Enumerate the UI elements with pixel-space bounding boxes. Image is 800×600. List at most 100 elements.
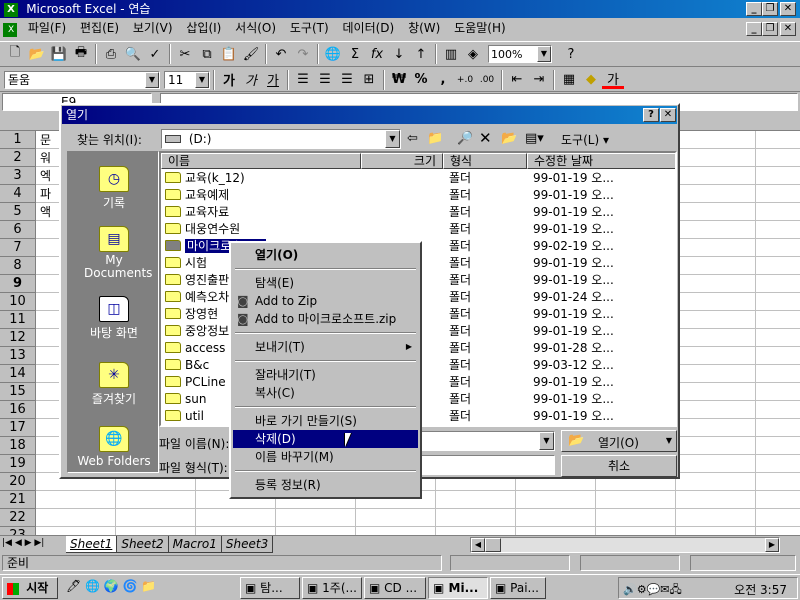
col-name[interactable]: 이름 bbox=[161, 153, 361, 169]
row-header[interactable]: 3 bbox=[0, 167, 36, 185]
search-web-icon[interactable]: 🔎 bbox=[457, 131, 473, 146]
restore-button[interactable]: ❐ bbox=[762, 2, 778, 16]
sheet-tab[interactable]: Sheet3 bbox=[221, 536, 274, 553]
context-menu-item[interactable]: ◙ Add to Zip bbox=[233, 292, 418, 310]
undo-icon[interactable]: ↶ bbox=[270, 43, 292, 65]
menu-window[interactable]: 창(W) bbox=[403, 21, 445, 35]
menu-edit[interactable]: 편집(E) bbox=[75, 21, 124, 35]
filetype-select[interactable] bbox=[421, 455, 555, 475]
file-row[interactable]: 교육예제 폴더 99-01-19 오... bbox=[161, 187, 675, 204]
new-folder-icon[interactable]: 📂 bbox=[501, 131, 517, 146]
delete-icon[interactable]: ✕ bbox=[479, 129, 492, 147]
merge-center-icon[interactable]: ⊞ bbox=[358, 69, 380, 91]
increase-indent-icon[interactable]: ⇥ bbox=[528, 69, 550, 91]
row-header[interactable]: 7 bbox=[0, 239, 36, 257]
chevron-down-icon[interactable]: ▼ bbox=[145, 71, 159, 88]
chevron-down-icon[interactable]: ▼ bbox=[195, 71, 209, 88]
start-button[interactable]: 시작 bbox=[2, 577, 58, 599]
place-desktop[interactable]: ◫ 바탕 화면 bbox=[74, 296, 154, 341]
taskbar-task[interactable]: ▣ Mi... bbox=[428, 577, 488, 599]
dialog-close-button[interactable]: ✕ bbox=[660, 108, 676, 122]
row-header[interactable]: 18 bbox=[0, 437, 36, 455]
file-row[interactable]: 대웅연수원 폴더 99-01-19 오... bbox=[161, 221, 675, 238]
row-header[interactable]: 19 bbox=[0, 455, 36, 473]
chart-wizard-icon[interactable]: ▥ bbox=[440, 43, 462, 65]
menu-tools[interactable]: 도구(T) bbox=[285, 21, 334, 35]
drawing-icon[interactable]: ◈ bbox=[462, 43, 484, 65]
row-header[interactable]: 16 bbox=[0, 401, 36, 419]
percent-button[interactable]: % bbox=[410, 69, 432, 91]
up-folder-icon[interactable]: 📁 bbox=[427, 131, 443, 146]
menu-file[interactable]: 파일(F) bbox=[23, 21, 71, 35]
print-icon[interactable]: ⎙ bbox=[100, 43, 122, 65]
taskbar-task[interactable]: ▣ 1주(... bbox=[302, 577, 362, 599]
row-header[interactable]: 2 bbox=[0, 149, 36, 167]
font-name-select[interactable]: 돋움 ▼ bbox=[4, 70, 160, 89]
taskbar-task[interactable]: ▣ CD ... bbox=[364, 577, 426, 599]
excel-doc-icon[interactable]: X bbox=[3, 23, 17, 37]
cell-text[interactable]: 워 bbox=[40, 149, 51, 167]
close-button[interactable]: ✕ bbox=[780, 2, 796, 16]
borders-icon[interactable]: ▦ bbox=[558, 69, 580, 91]
menu-insert[interactable]: 삽입(I) bbox=[181, 21, 226, 35]
place-favorites[interactable]: ✳ 즐겨찾기 bbox=[74, 362, 154, 407]
context-menu-item[interactable]: 등록 정보(R) bbox=[233, 476, 418, 494]
chevron-down-icon[interactable]: ▼ bbox=[666, 436, 672, 445]
row-header[interactable]: 14 bbox=[0, 365, 36, 383]
grid-row[interactable] bbox=[36, 527, 800, 535]
row-header[interactable]: 1 bbox=[0, 131, 36, 149]
context-menu-item[interactable]: ◙ Add to 마이크로소프트.zip bbox=[233, 310, 418, 328]
spelling-icon[interactable]: ✓ bbox=[144, 43, 166, 65]
file-row[interactable]: 교육자료 폴더 99-01-19 오... bbox=[161, 204, 675, 221]
scroll-left-icon[interactable]: ◀ bbox=[471, 538, 485, 552]
horizontal-scrollbar[interactable]: ◀ ▶ bbox=[470, 537, 780, 553]
hyperlink-icon[interactable]: 🌐 bbox=[322, 43, 344, 65]
menu-help[interactable]: 도움말(H) bbox=[449, 21, 511, 35]
open-icon[interactable]: 📂 bbox=[26, 43, 48, 65]
cell-text[interactable]: 액 bbox=[40, 203, 51, 221]
back-icon[interactable]: ⇦ bbox=[407, 131, 418, 146]
quicklaunch-icons[interactable]: 🖊 🌐 🌍 🌀 📁 bbox=[66, 579, 156, 593]
format-painter-icon[interactable]: 🖌 bbox=[240, 43, 262, 65]
filename-input[interactable]: ▼ bbox=[421, 431, 555, 451]
row-header[interactable]: 4 bbox=[0, 185, 36, 203]
context-menu-item[interactable]: 복사(C) bbox=[233, 384, 418, 402]
views-icon[interactable]: ▤▾ bbox=[525, 131, 544, 146]
row-header[interactable]: 12 bbox=[0, 329, 36, 347]
comma-button[interactable]: , bbox=[432, 69, 454, 91]
place-web-folders[interactable]: 🌐 Web Folders bbox=[74, 426, 154, 468]
help-icon[interactable]: ? bbox=[560, 43, 582, 65]
menu-view[interactable]: 보기(V) bbox=[128, 21, 178, 35]
col-modified[interactable]: 수정한 날짜 bbox=[527, 153, 675, 169]
font-size-select[interactable]: 11 ▼ bbox=[164, 70, 210, 89]
lookin-select[interactable]: (D:) ▼ bbox=[161, 129, 401, 149]
dialog-help-button[interactable]: ? bbox=[643, 108, 659, 122]
doc-minimize-button[interactable]: _ bbox=[746, 22, 762, 36]
cell-text[interactable]: 엑 bbox=[40, 167, 51, 185]
sort-asc-icon[interactable]: ↓ bbox=[388, 43, 410, 65]
copy-icon[interactable]: ⧉ bbox=[196, 43, 218, 65]
cancel-button[interactable]: 취소 bbox=[561, 455, 677, 477]
row-header[interactable]: 10 bbox=[0, 293, 36, 311]
taskbar-task[interactable]: ▣ Pai... bbox=[490, 577, 546, 599]
chevron-down-icon[interactable]: ▼ bbox=[537, 46, 551, 62]
minimize-button[interactable]: _ bbox=[746, 2, 762, 16]
underline-button[interactable]: 가 bbox=[262, 69, 284, 91]
row-header[interactable]: 22 bbox=[0, 509, 36, 527]
menu-format[interactable]: 서식(O) bbox=[230, 21, 281, 35]
bold-button[interactable]: 가 bbox=[218, 69, 240, 91]
place-my-documents[interactable]: ▤ My Documents bbox=[74, 226, 154, 280]
tab-scroll-arrows[interactable]: |◀ ◀ ▶ ▶| bbox=[2, 538, 44, 548]
sheet-tab[interactable]: Sheet2 bbox=[117, 536, 169, 553]
grid-row[interactable] bbox=[36, 509, 800, 527]
context-menu-item[interactable]: 열기(O) bbox=[233, 246, 418, 264]
cell-text[interactable]: 파 bbox=[40, 185, 51, 203]
cell-text[interactable]: 문 bbox=[40, 131, 51, 149]
redo-icon[interactable]: ↷ bbox=[292, 43, 314, 65]
doc-close-button[interactable]: ✕ bbox=[780, 22, 796, 36]
row-header[interactable]: 6 bbox=[0, 221, 36, 239]
context-menu-item[interactable]: 삭제(D) bbox=[233, 430, 418, 448]
scroll-right-icon[interactable]: ▶ bbox=[765, 538, 779, 552]
italic-button[interactable]: 가 bbox=[240, 69, 262, 91]
row-header[interactable]: 23 bbox=[0, 527, 36, 535]
